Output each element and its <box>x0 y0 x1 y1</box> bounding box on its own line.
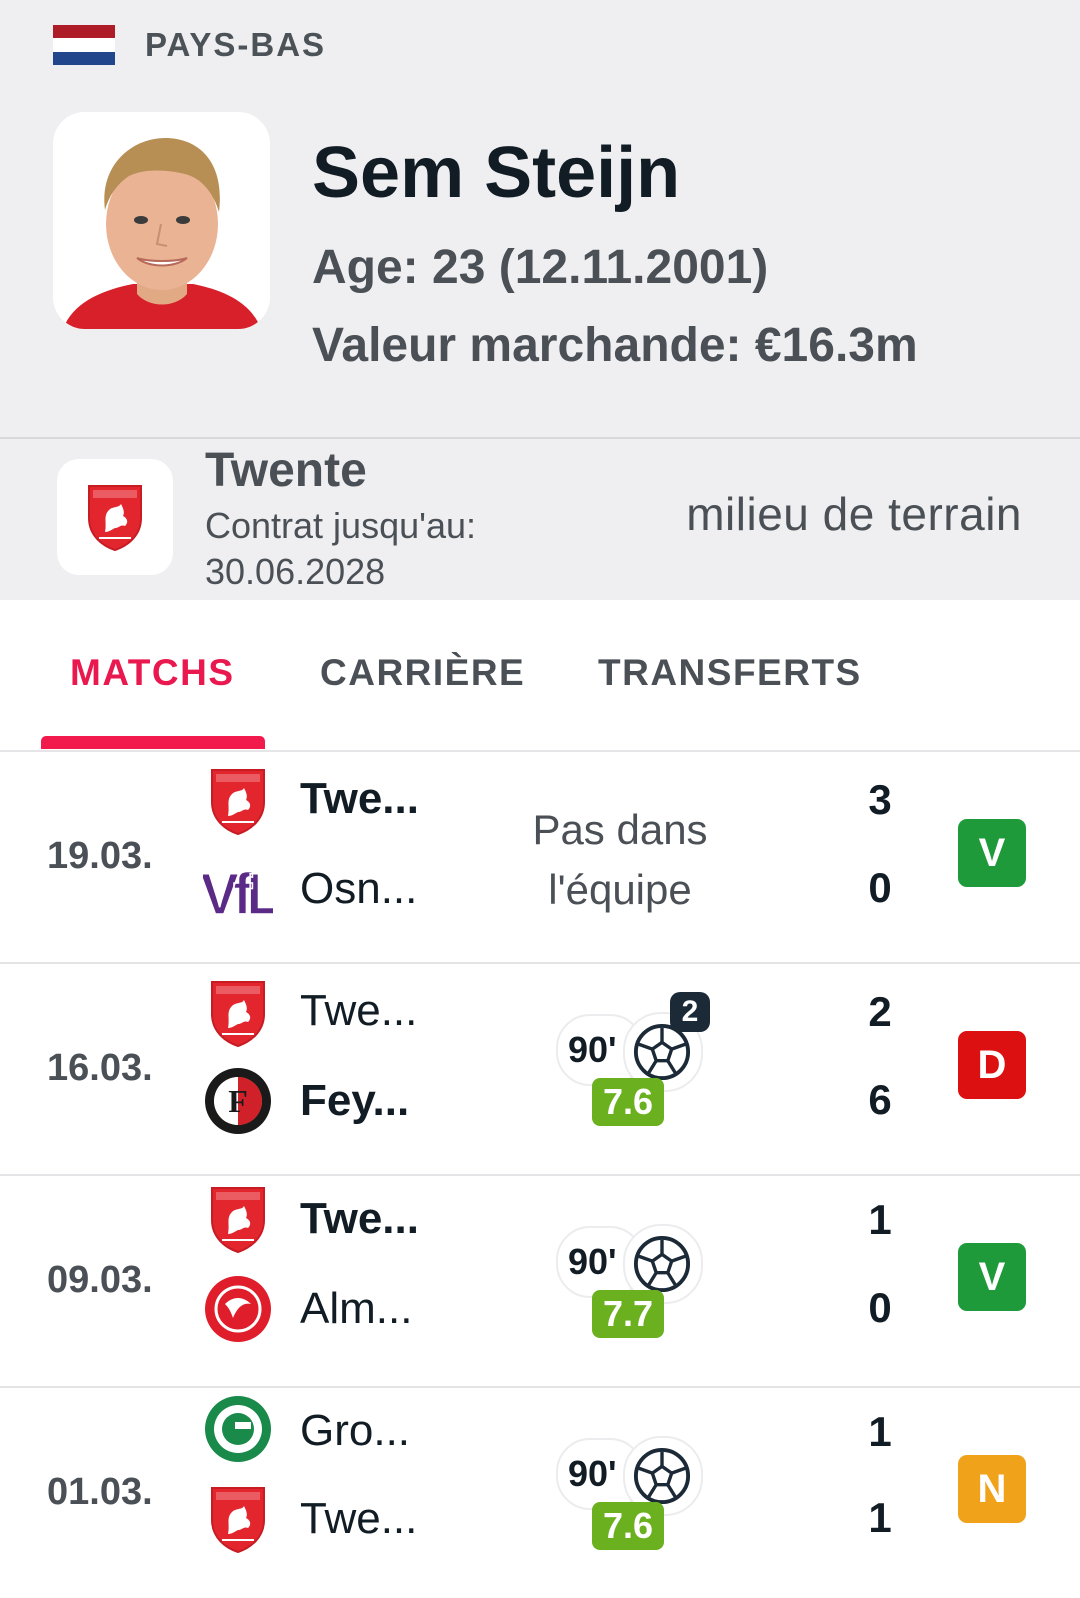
player-photo <box>53 112 270 329</box>
active-tab-indicator <box>41 736 265 749</box>
away-score: 1 <box>868 1494 892 1541</box>
player-rating: 7.7 <box>592 1290 664 1338</box>
feyenoord-logo-icon: F <box>205 1068 271 1134</box>
not-in-squad-label: Pas dans l'équipe <box>532 806 708 913</box>
tab-transferts[interactable]: TRANSFERTS <box>598 652 862 694</box>
match-row[interactable]: 16.03. F Twe... Fey... 90' 2 7.6 2 6 D <box>0 964 1080 1176</box>
result-badge: V <box>958 1243 1026 1311</box>
home-score: 3 <box>868 776 892 823</box>
home-score: 2 <box>868 988 892 1035</box>
almere-city-logo-icon <box>205 1276 271 1342</box>
twente-logo-icon <box>203 1484 273 1554</box>
tab-matchs[interactable]: MATCHS <box>70 652 235 694</box>
match-row[interactable]: 01.03. Gro... Twe... 90' 7.6 1 1 N <box>0 1388 1080 1598</box>
home-team-name: Twe... <box>300 986 418 1035</box>
svg-text:VfL: VfL <box>203 862 273 926</box>
home-team-name: Twe... <box>300 774 419 823</box>
away-score: 0 <box>868 1284 892 1331</box>
away-score: 6 <box>868 1076 892 1123</box>
market-value: Valeur marchande: €16.3m <box>312 319 918 372</box>
match-date: 16.03. <box>47 1047 153 1089</box>
contract-label: Contrat jusqu'au: <box>205 505 477 546</box>
player-age: Age: 23 (12.11.2001) <box>312 241 769 294</box>
match-row[interactable]: 09.03. Twe... Alm... 90' 7.7 1 0 V <box>0 1176 1080 1388</box>
match-date: 01.03. <box>47 1471 153 1513</box>
country-label[interactable]: PAYS-BAS <box>145 26 326 64</box>
groningen-logo-icon <box>205 1396 271 1462</box>
home-score: 1 <box>868 1196 892 1243</box>
club-name[interactable]: Twente <box>205 443 367 498</box>
player-name: Sem Steijn <box>312 133 681 213</box>
player-header: PAYS-BAS Sem Steijn Age: 23 (12.11.2001)… <box>0 0 1080 437</box>
away-score: 0 <box>868 864 892 911</box>
away-team-name: Osn... <box>300 864 418 913</box>
match-row[interactable]: 19.03. VfL Twe... Osn... Pas dans l'équi… <box>0 752 1080 964</box>
svg-text:F: F <box>228 1083 248 1119</box>
result-badge: D <box>958 1031 1026 1099</box>
tab-carriere[interactable]: CARRIÈRE <box>320 652 525 694</box>
netherlands-flag-icon <box>53 25 115 66</box>
home-score: 1 <box>868 1408 892 1455</box>
goals-count-badge: 2 <box>670 992 710 1032</box>
player-rating: 7.6 <box>592 1502 664 1550</box>
home-team-name: Gro... <box>300 1406 411 1455</box>
match-date: 19.03. <box>47 835 153 877</box>
result-badge: V <box>958 819 1026 887</box>
player-position: milieu de terrain <box>686 488 1022 540</box>
result-badge: N <box>958 1455 1026 1523</box>
club-info[interactable]: Twente Contrat jusqu'au: 30.06.2028 mili… <box>0 437 1080 602</box>
away-team-name: Alm... <box>300 1284 413 1333</box>
match-date: 09.03. <box>47 1259 153 1301</box>
contract-date: 30.06.2028 <box>205 551 386 592</box>
home-team-name: Twe... <box>300 1194 419 1243</box>
away-team-name: Twe... <box>300 1494 418 1543</box>
twente-logo-icon <box>203 766 273 836</box>
twente-logo-icon <box>203 1184 273 1254</box>
vfl-osnabrueck-logo-icon: VfL <box>203 861 273 926</box>
twente-logo-icon[interactable] <box>57 459 173 575</box>
twente-logo-icon <box>203 978 273 1048</box>
player-rating: 7.6 <box>592 1078 664 1126</box>
tab-bar: MATCHS CARRIÈRE TRANSFERTS <box>0 600 1080 752</box>
away-team-name: Fey... <box>300 1076 410 1125</box>
